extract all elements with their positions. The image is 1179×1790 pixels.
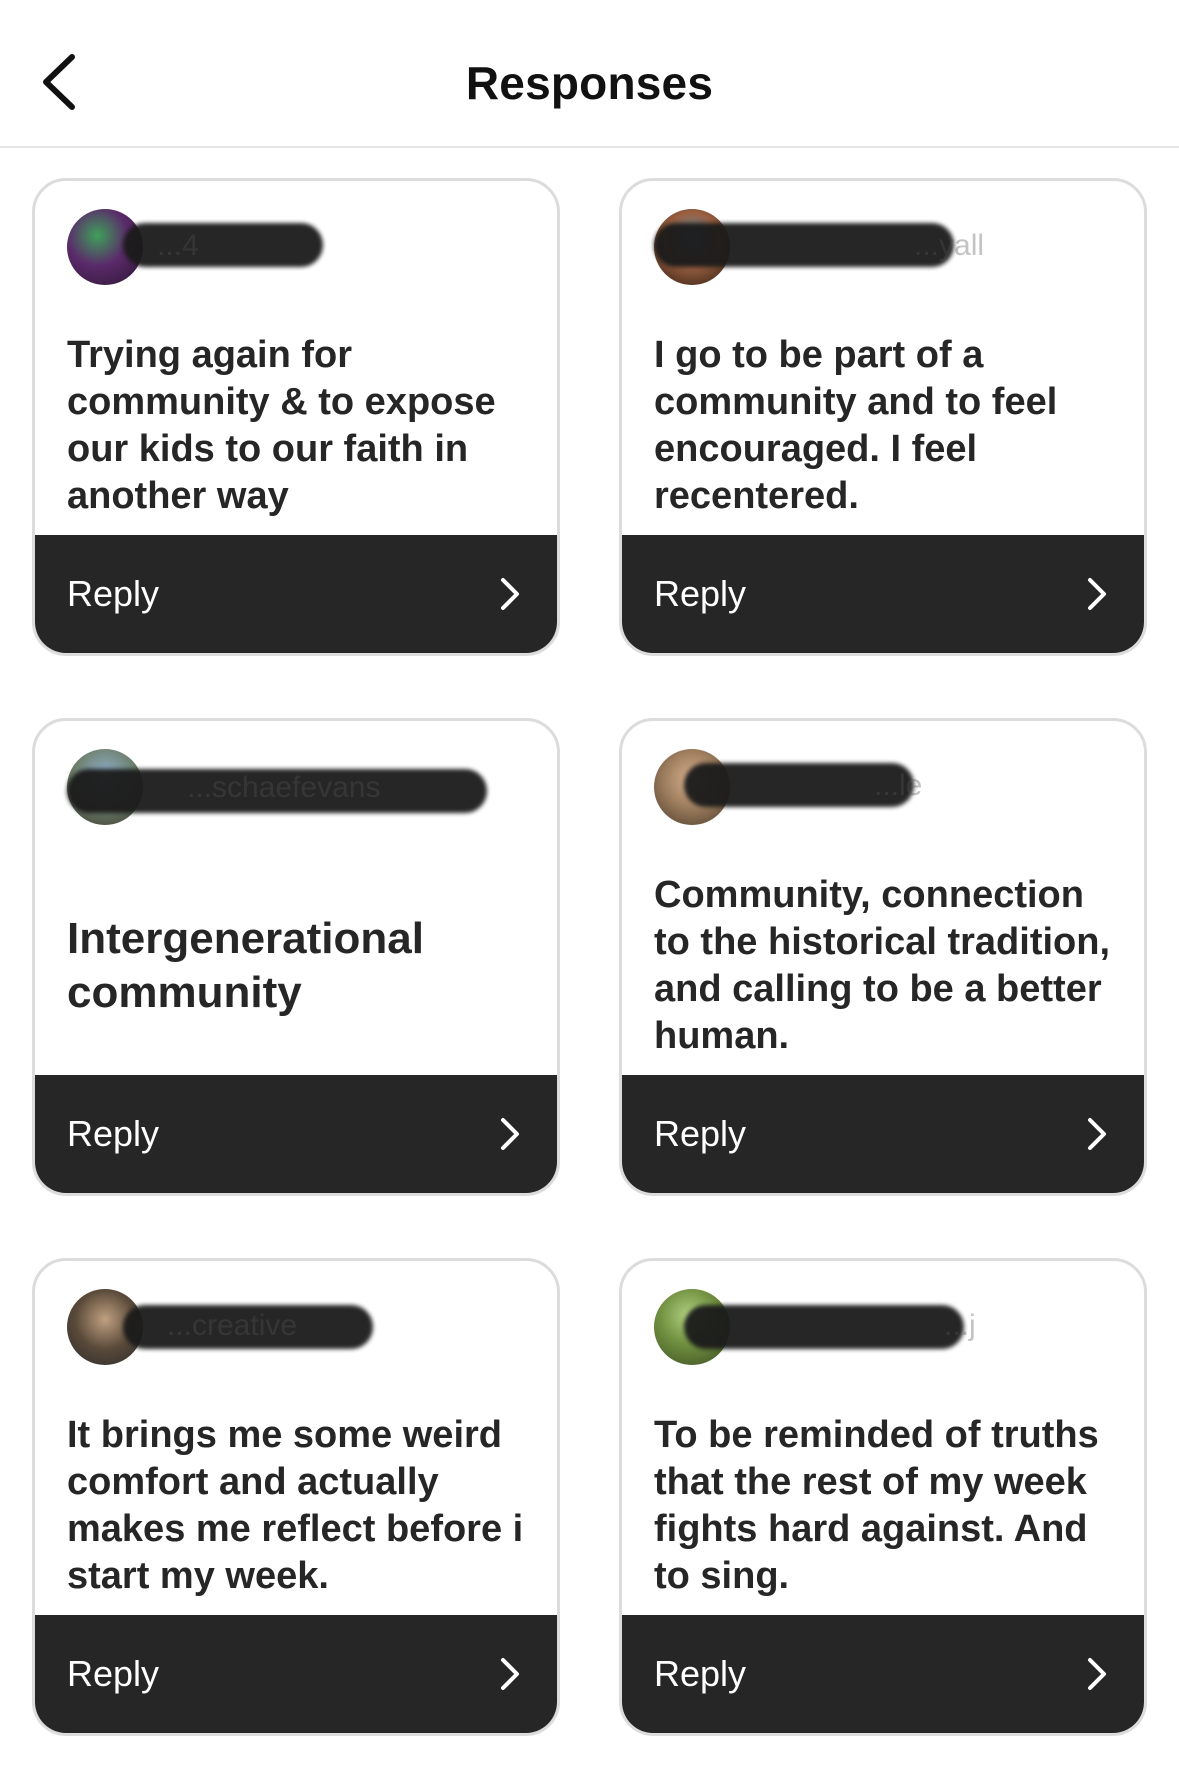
response-card: ...le Community, connection to the histo… <box>619 718 1147 1196</box>
username[interactable]: ...le <box>874 769 922 803</box>
reply-button[interactable]: Reply <box>35 1075 557 1193</box>
user-row: ...le <box>654 747 1114 827</box>
username-redaction <box>654 223 954 267</box>
reply-button[interactable]: Reply <box>622 1615 1144 1733</box>
username[interactable]: ...4 <box>157 229 199 263</box>
page-title: Responses <box>465 57 714 109</box>
chevron-right-icon <box>495 1116 525 1152</box>
username[interactable]: ...creative <box>167 1309 297 1343</box>
reply-button[interactable]: Reply <box>622 1075 1144 1193</box>
reply-label: Reply <box>67 573 160 614</box>
response-text: Trying again for community & to expose o… <box>67 334 496 517</box>
response-text: Community, connection to the historical … <box>654 874 1111 1057</box>
chevron-right-icon <box>495 1656 525 1692</box>
reply-label: Reply <box>654 1113 747 1154</box>
user-row: ...yall <box>654 207 1114 287</box>
username-redaction <box>684 1305 964 1349</box>
username[interactable]: ...j <box>944 1309 976 1343</box>
reply-label: Reply <box>654 1653 747 1694</box>
chevron-right-icon <box>1082 1656 1112 1692</box>
responses-grid: ...4 Trying again for community & to exp… <box>32 178 1147 1736</box>
user-row: ...creative <box>67 1287 527 1367</box>
reply-label: Reply <box>654 573 747 614</box>
top-bar: Responses <box>0 0 1179 148</box>
response-card: ...creative It brings me some weird comf… <box>32 1258 560 1736</box>
reply-label: Reply <box>67 1113 160 1154</box>
response-card: ...yall I go to be part of a community a… <box>619 178 1147 656</box>
chevron-right-icon <box>495 576 525 612</box>
username[interactable]: ...schaefevans <box>187 771 380 805</box>
username[interactable]: ...yall <box>914 229 984 263</box>
response-text: Intergenerational community <box>67 914 424 1017</box>
reply-button[interactable]: Reply <box>35 1615 557 1733</box>
response-text: It brings me some weird comfort and actu… <box>67 1414 524 1597</box>
user-row: ...4 <box>67 207 527 287</box>
reply-label: Reply <box>67 1653 160 1694</box>
reply-button[interactable]: Reply <box>35 535 557 653</box>
response-text: I go to be part of a community and to fe… <box>654 334 1058 517</box>
response-card: ...j To be reminded of truths that the r… <box>619 1258 1147 1736</box>
chevron-right-icon <box>1082 1116 1112 1152</box>
user-row: ...schaefevans <box>67 747 527 827</box>
response-card: ...schaefevans Intergenerational communi… <box>32 718 560 1196</box>
chevron-right-icon <box>1082 576 1112 612</box>
response-text: To be reminded of truths that the rest o… <box>654 1414 1099 1597</box>
username-redaction <box>123 223 323 267</box>
response-card: ...4 Trying again for community & to exp… <box>32 178 560 656</box>
user-row: ...j <box>654 1287 1114 1367</box>
reply-button[interactable]: Reply <box>622 535 1144 653</box>
